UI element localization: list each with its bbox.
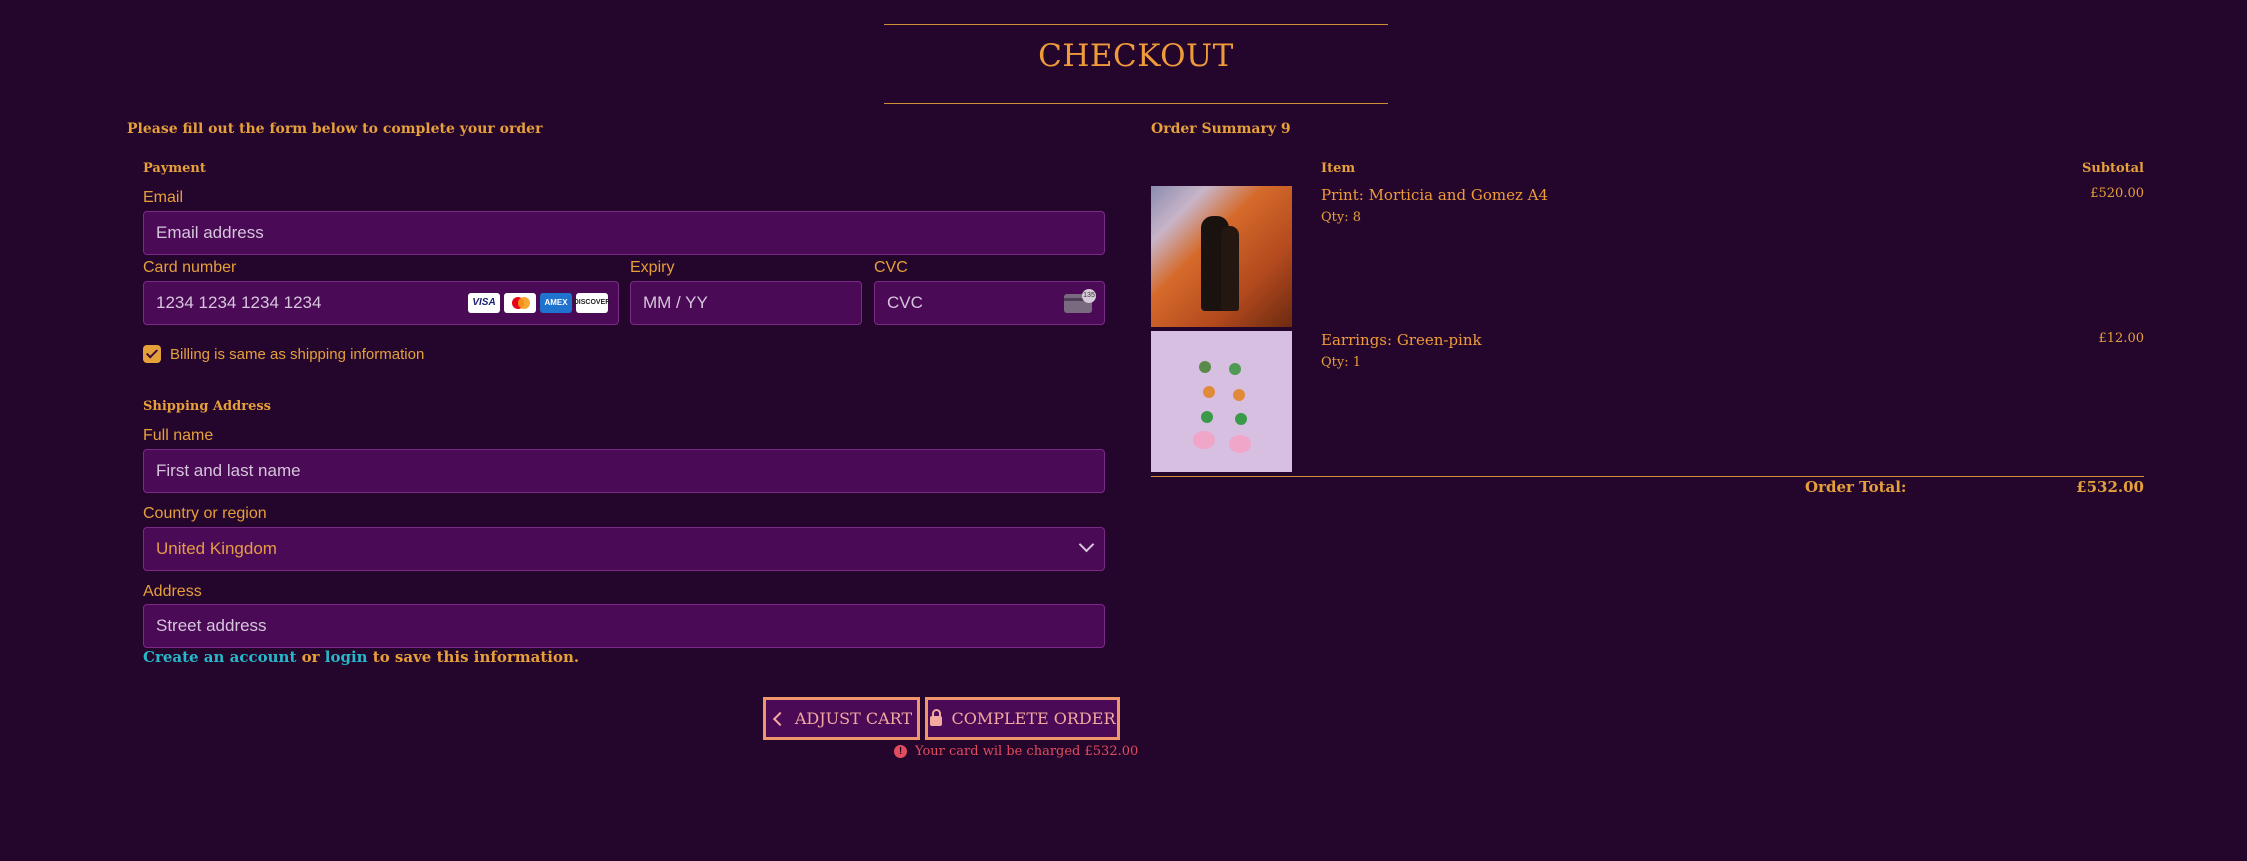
full-name-field[interactable]: First and last name: [143, 449, 1105, 493]
summary-heading: Order Summary 9: [1151, 121, 1291, 137]
country-select[interactable]: United Kingdom: [143, 527, 1105, 571]
card-brand-logos: VISA AMEX DISCOVER: [468, 293, 610, 313]
order-total-value: £532.00: [2076, 478, 2144, 496]
item-name: Print: Morticia and Gomez A4: [1321, 186, 1548, 204]
address-placeholder: Street address: [156, 616, 267, 635]
order-total-label: Order Total:: [1805, 478, 1907, 496]
mastercard-icon: [504, 293, 536, 313]
account-note-or: or: [296, 648, 325, 666]
item-subtotal: £520.00: [2090, 186, 2144, 201]
create-account-link[interactable]: Create an account: [143, 648, 296, 666]
card-number-field[interactable]: 1234 1234 1234 1234 VISA AMEX DISCOVER: [143, 281, 619, 325]
expiry-placeholder: MM / YY: [643, 293, 708, 312]
country-label: Country or region: [143, 505, 267, 522]
email-placeholder: Email address: [156, 223, 264, 242]
account-note-rest: to save this information.: [367, 648, 580, 666]
item-name: Earrings: Green-pink: [1321, 331, 1482, 349]
billing-same-checkbox[interactable]: [143, 345, 161, 363]
full-name-label: Full name: [143, 427, 214, 444]
item-qty: Qty: 1: [1321, 355, 1362, 370]
item-subtotal: £12.00: [2098, 331, 2145, 346]
item-image-print: [1151, 186, 1292, 327]
item-image-earrings: [1151, 331, 1292, 472]
email-label: Email: [143, 189, 184, 206]
cvc-card-icon: 135: [1064, 289, 1096, 313]
address-field[interactable]: Street address: [143, 604, 1105, 648]
charge-notice: ! Your card wil be charged £532.00: [894, 744, 1138, 759]
shipping-heading: Shipping Address: [143, 399, 271, 414]
cvc-label: CVC: [874, 259, 908, 276]
header-top-rule: [884, 24, 1388, 25]
chevron-down-icon: [1078, 536, 1095, 553]
chevron-left-icon: [772, 711, 787, 726]
item-qty: Qty: 8: [1321, 210, 1362, 225]
form-intro: Please fill out the form below to comple…: [127, 121, 543, 137]
email-field[interactable]: Email address: [143, 211, 1105, 255]
charge-note-text: Your card wil be charged £532.00: [915, 744, 1139, 759]
header-bottom-rule: [884, 103, 1388, 104]
cvc-placeholder: CVC: [887, 293, 923, 312]
adjust-cart-button[interactable]: ADJUST CART: [763, 697, 920, 740]
summary-divider: [1151, 476, 2144, 477]
address-label: Address: [143, 583, 202, 600]
page-title: CHECKOUT: [1038, 38, 1234, 74]
cvc-icon-number: 135: [1082, 289, 1096, 303]
expiry-field[interactable]: MM / YY: [630, 281, 862, 325]
lock-icon: [929, 709, 942, 726]
login-link[interactable]: login: [325, 648, 368, 666]
billing-same-label[interactable]: Billing is same as shipping information: [170, 346, 424, 363]
country-value: United Kingdom: [156, 539, 277, 558]
amex-icon: AMEX: [540, 293, 572, 313]
full-name-placeholder: First and last name: [156, 461, 301, 480]
account-note: Create an account or login to save this …: [143, 648, 579, 666]
column-item-header: Item: [1321, 161, 1356, 176]
complete-order-label: COMPLETE ORDER: [951, 709, 1116, 728]
cvc-field[interactable]: CVC 135: [874, 281, 1105, 325]
payment-heading: Payment: [143, 161, 206, 176]
complete-order-button[interactable]: COMPLETE ORDER: [925, 697, 1120, 740]
card-number-label: Card number: [143, 259, 237, 276]
column-subtotal-header: Subtotal: [2082, 161, 2144, 176]
expiry-label: Expiry: [630, 259, 675, 276]
adjust-cart-label: ADJUST CART: [794, 709, 913, 728]
card-number-placeholder: 1234 1234 1234 1234: [156, 293, 322, 312]
visa-icon: VISA: [468, 293, 500, 313]
discover-icon: DISCOVER: [574, 293, 610, 313]
alert-icon: !: [894, 745, 907, 758]
